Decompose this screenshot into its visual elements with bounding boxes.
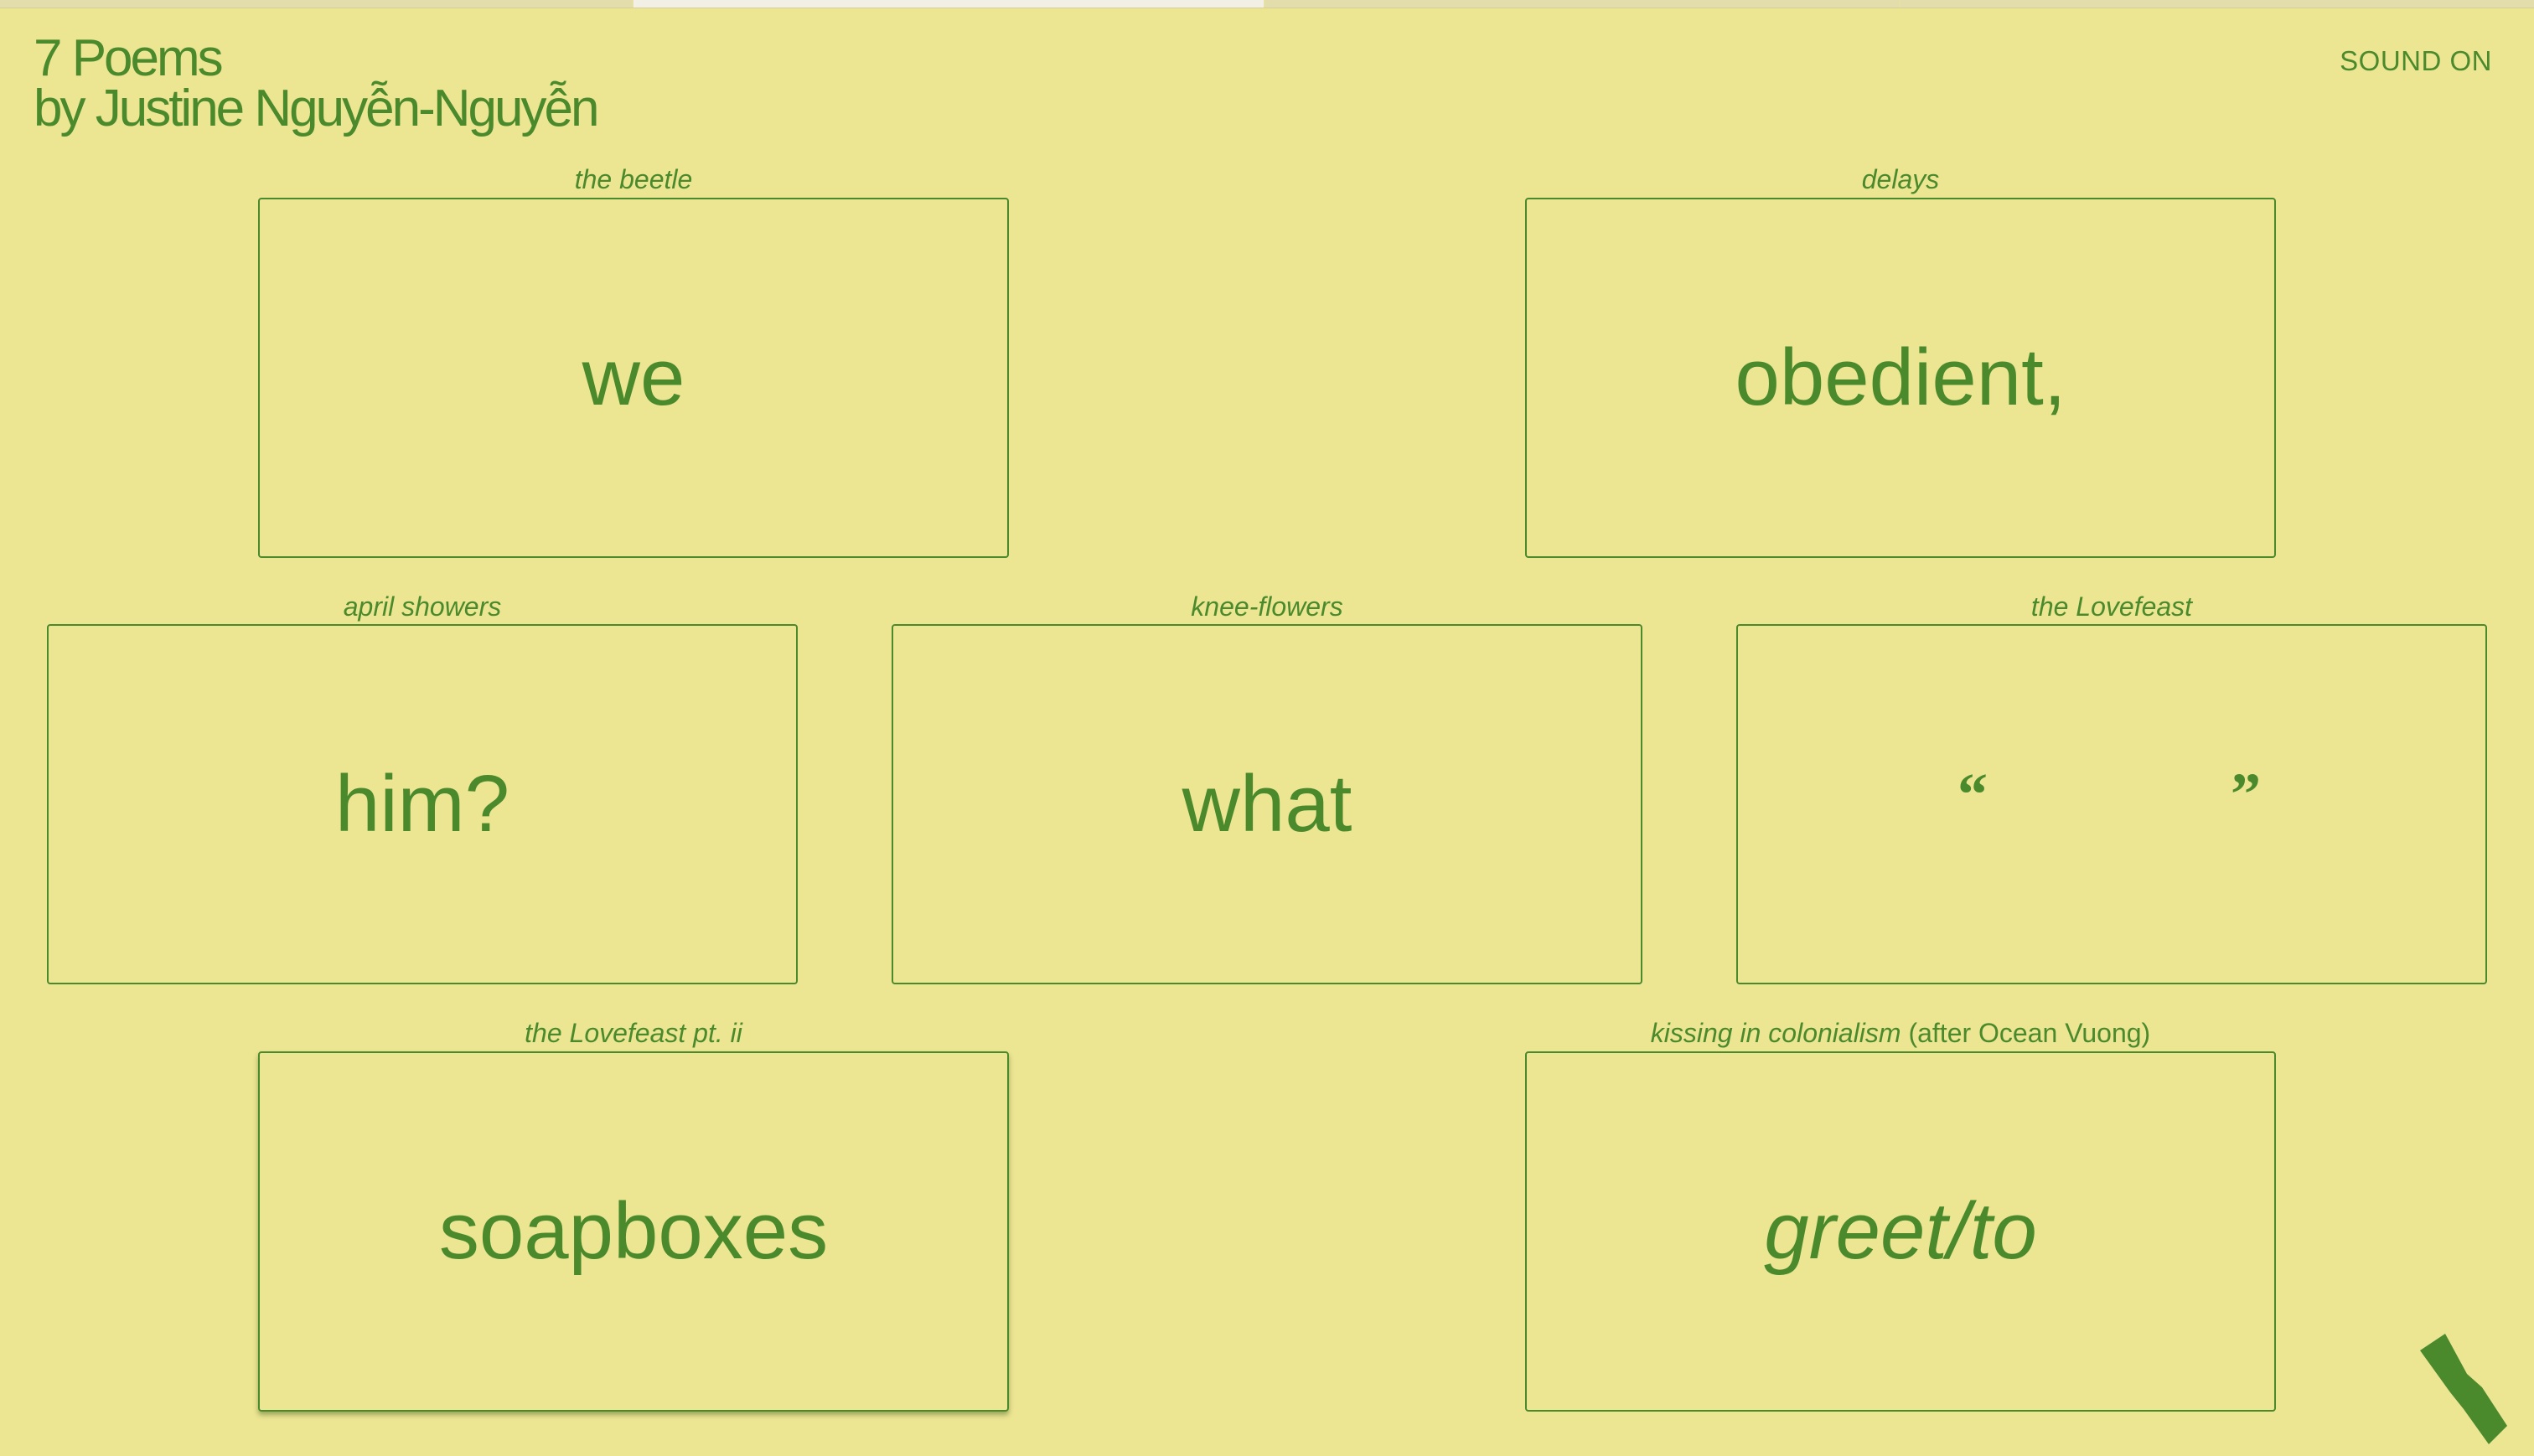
poem-card-the-beetle[interactable]: we <box>258 198 1009 558</box>
poem-title-delays: delays <box>1861 164 1940 194</box>
top-strip-segment <box>1265 0 1899 8</box>
poem-title-kissing-in-colonialism: kissing in colonialism (after Ocean Vuon… <box>1525 1018 2276 1049</box>
top-strip-segment-active <box>634 0 1264 8</box>
poem-word: what <box>1182 759 1352 849</box>
page-title: 7 Poems by Justine Nguyễn-Nguyễn <box>34 29 599 137</box>
browser-top-strip <box>0 0 2534 8</box>
poem-title-april-showers: april showers <box>343 591 502 622</box>
poem-word: him? <box>334 759 510 849</box>
poem-word: greet/to <box>1764 1186 2037 1276</box>
title-line-1: 7 Poems <box>34 29 224 87</box>
poem-card-delays[interactable]: obedient, <box>1525 198 2276 558</box>
top-strip-segment <box>1900 0 2534 8</box>
poem-card-the-lovefeast[interactable]: “ ” <box>1736 624 2487 984</box>
poem-title-the-lovefeast: the Lovefeast <box>2030 591 2193 622</box>
poem-title-main: kissing in colonialism <box>1650 1018 1901 1048</box>
poem-word: soapboxes <box>438 1186 829 1276</box>
poem-card-kissing-in-colonialism[interactable]: greet/to <box>1525 1051 2276 1412</box>
poem-title-knee-flowers: knee-flowers <box>1191 591 1343 622</box>
poem-card-april-showers[interactable]: him? <box>47 624 798 984</box>
poem-card-knee-flowers[interactable]: what <box>892 624 1642 984</box>
poem-title-suffix: (after Ocean Vuong) <box>1908 1018 2151 1048</box>
title-line-2: by Justine Nguyễn-Nguyễn <box>34 80 599 137</box>
poem-title-the-lovefeast-pt-ii: the Lovefeast pt. ii <box>525 1018 742 1048</box>
close-quote: ” <box>2231 761 2261 828</box>
poem-card-the-lovefeast-pt-ii[interactable]: soapboxes <box>258 1051 1009 1412</box>
poem-word: we <box>582 333 685 422</box>
poem-title-the-beetle: the beetle <box>574 164 693 194</box>
poem-word: obedient, <box>1735 333 2066 422</box>
top-strip-segment <box>0 0 632 8</box>
open-quote: “ <box>1957 761 1988 828</box>
ribbon-icon[interactable] <box>2413 1332 2514 1449</box>
sound-toggle-button[interactable]: SOUND ON <box>2340 45 2492 77</box>
